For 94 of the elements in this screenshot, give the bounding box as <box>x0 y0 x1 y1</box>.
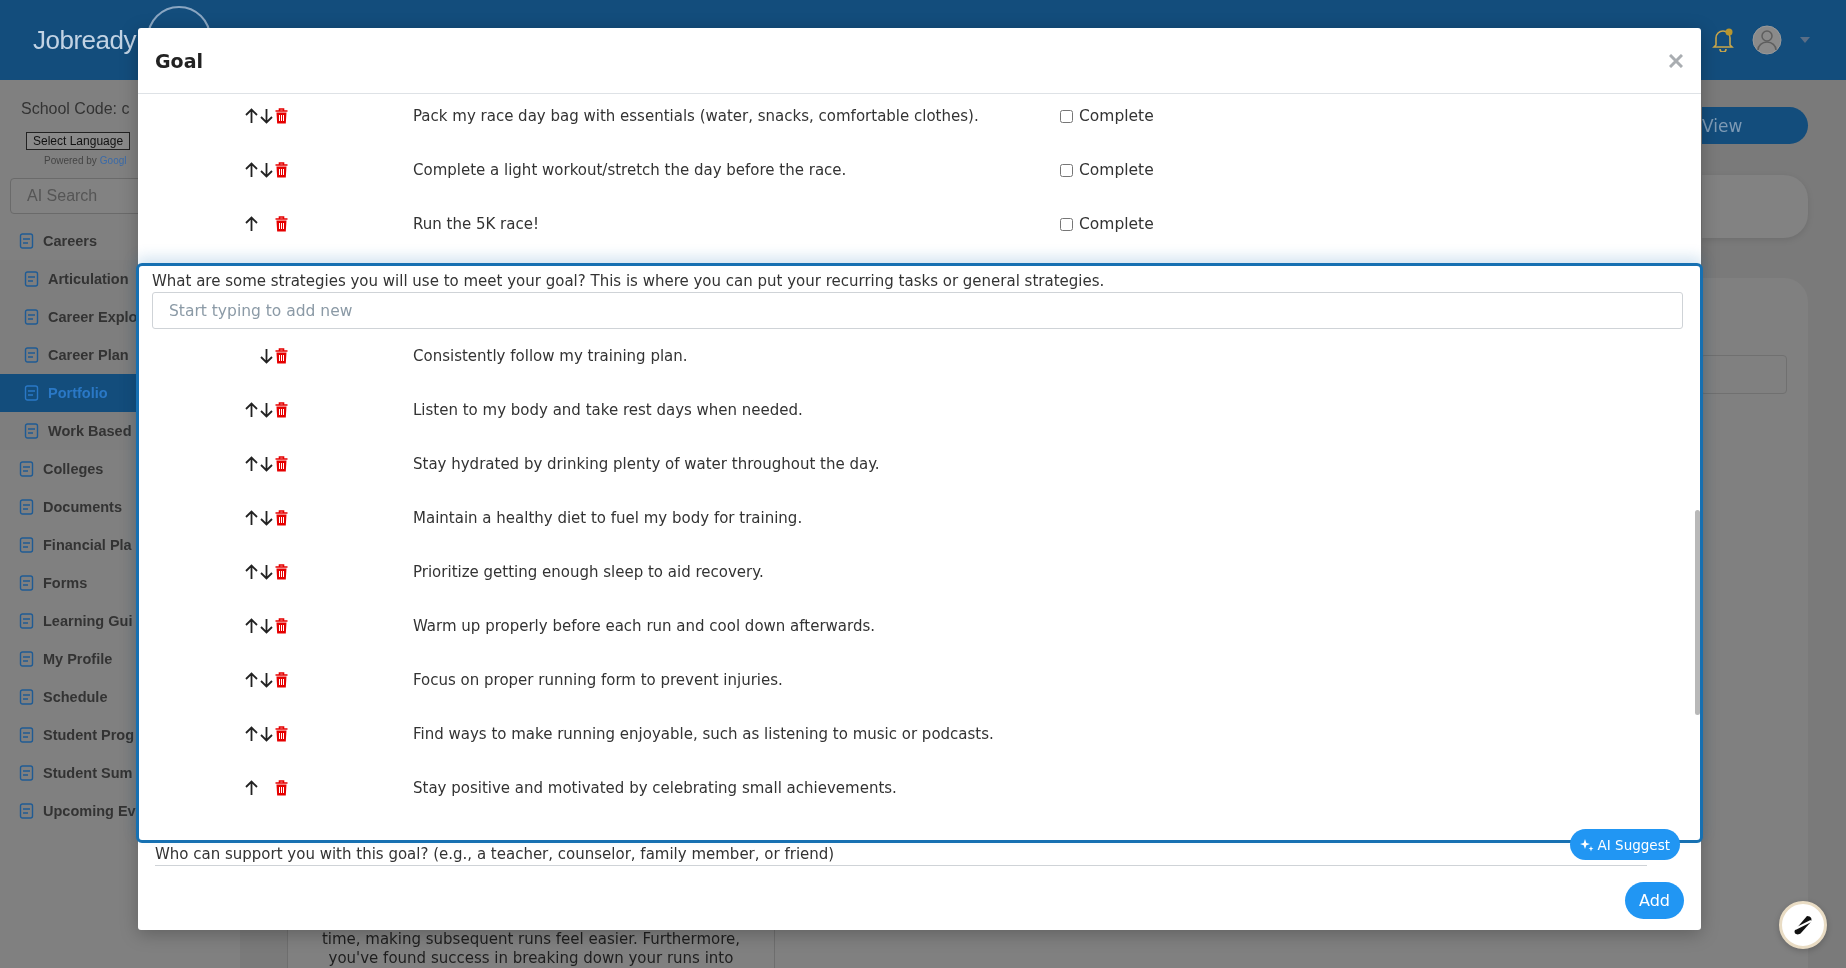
document-icon <box>19 613 34 629</box>
complete-label: Complete <box>1079 107 1154 125</box>
arrow-down-icon[interactable] <box>260 162 273 178</box>
arrow-down-icon[interactable] <box>260 108 273 124</box>
document-icon <box>19 765 34 781</box>
document-icon <box>24 347 39 363</box>
arrow-down-icon[interactable] <box>260 564 273 580</box>
bell-icon[interactable] <box>1712 28 1734 52</box>
document-icon <box>19 499 34 515</box>
trash-icon[interactable] <box>275 402 288 418</box>
arrow-up-icon[interactable] <box>245 162 258 178</box>
trash-icon[interactable] <box>275 108 288 124</box>
sidebar-item[interactable]: Schedule <box>0 678 240 716</box>
document-icon <box>24 309 39 325</box>
document-icon <box>19 651 34 667</box>
trash-icon[interactable] <box>275 456 288 472</box>
document-icon <box>19 727 34 743</box>
sidebar-item[interactable]: Student Sum <box>0 754 240 792</box>
document-icon <box>24 385 39 401</box>
school-code-text: School Code: c <box>21 100 131 118</box>
arrow-up-icon[interactable] <box>245 564 258 580</box>
story-text: time, making subsequent runs feel easier. Furthermore, <box>321 930 741 949</box>
arrow-up-icon[interactable] <box>245 726 258 742</box>
sidebar-item[interactable]: Student Prog <box>0 716 240 754</box>
strategy-text: Stay hydrated by drinking plenty of water throughout the day. <box>413 455 881 473</box>
sidebar-item[interactable]: Forms <box>0 564 240 602</box>
task-text: Run the 5K race! <box>413 215 540 233</box>
sidebar-item[interactable]: Careers <box>0 222 240 260</box>
add-button[interactable]: Add <box>1625 882 1684 919</box>
strategy-text: Stay positive and motivated by celebrating small achievements. <box>413 779 898 797</box>
trash-icon[interactable] <box>275 780 288 796</box>
language-select[interactable]: Select Language <box>26 132 131 150</box>
avatar-icon[interactable] <box>1752 25 1782 55</box>
arrow-down-icon[interactable] <box>260 672 273 688</box>
trash-icon[interactable] <box>275 162 288 178</box>
scrollbar-thumb[interactable] <box>1695 510 1700 715</box>
document-icon <box>24 271 39 287</box>
sidebar-item[interactable]: Colleges <box>0 450 240 488</box>
sidebar-item[interactable]: Financial Pla <box>0 526 240 564</box>
trash-icon[interactable] <box>275 510 288 526</box>
arrow-up-icon[interactable] <box>245 402 258 418</box>
floating-action-button[interactable] <box>1779 901 1827 949</box>
strategy-text: Find ways to make running enjoyable, such as listening to music or podcasts. <box>413 725 995 743</box>
arrow-up-icon[interactable] <box>245 456 258 472</box>
sidebar-item[interactable]: Upcoming Ev <box>0 792 240 830</box>
complete-checkbox[interactable] <box>1060 109 1073 123</box>
strategy-text: Focus on proper running form to prevent injuries. <box>413 671 784 689</box>
arrow-up-icon[interactable] <box>245 108 258 124</box>
story-text: you've found success in breaking down your runs into <box>328 949 734 968</box>
ai-suggest-button[interactable]: AI Suggest <box>1569 829 1680 860</box>
arrow-up-icon[interactable] <box>245 780 258 796</box>
document-icon <box>19 537 34 553</box>
strategy-text: Listen to my body and take rest days when needed. <box>413 401 804 419</box>
arrow-up-icon[interactable] <box>245 216 258 232</box>
complete-checkbox[interactable] <box>1060 163 1073 177</box>
powered-by-text: Powered by <box>44 155 97 166</box>
task-text: Complete a light workout/stretch the day before the race. <box>413 161 848 179</box>
trash-icon[interactable] <box>275 726 288 742</box>
strategy-text: Warm up properly before each run and cool down afterwards. <box>413 617 877 635</box>
slash-icon <box>1792 914 1814 936</box>
logo-text: Jobready <box>33 24 136 56</box>
arrow-up-icon[interactable] <box>245 510 258 526</box>
arrow-up-icon[interactable] <box>245 618 258 634</box>
sidebar-item[interactable]: My Profile <box>0 640 240 678</box>
sidebar-item[interactable]: Learning Gui <box>0 602 240 640</box>
arrow-down-icon[interactable] <box>260 348 273 364</box>
arrow-down-icon[interactable] <box>260 456 273 472</box>
trash-icon[interactable] <box>275 216 288 232</box>
document-icon <box>19 233 34 249</box>
complete-label: Complete <box>1079 215 1154 233</box>
arrow-down-icon[interactable] <box>260 726 273 742</box>
strategy-text: Maintain a healthy diet to fuel my body for training. <box>413 509 804 527</box>
complete-label: Complete <box>1079 161 1154 179</box>
document-icon <box>19 803 34 819</box>
trash-icon[interactable] <box>275 564 288 580</box>
document-icon <box>19 575 34 591</box>
sidebar-item[interactable]: Documents <box>0 488 240 526</box>
brand-text: Googl <box>99 155 127 166</box>
strategy-text: Prioritize getting enough sleep to aid recovery. <box>413 563 765 581</box>
view-button[interactable]: View <box>1702 107 1808 144</box>
arrow-up-icon[interactable] <box>245 672 258 688</box>
trash-icon[interactable] <box>275 672 288 688</box>
complete-checkbox[interactable] <box>1060 217 1073 231</box>
trash-icon[interactable] <box>275 348 288 364</box>
trash-icon[interactable] <box>275 618 288 634</box>
document-icon <box>19 461 34 477</box>
strategy-text: Consistently follow my training plan. <box>413 347 689 365</box>
document-icon <box>24 423 39 439</box>
arrow-down-icon[interactable] <box>260 510 273 526</box>
task-text: Pack my race day bag with essentials (water, snacks, comfortable clothes). <box>413 107 980 125</box>
dialog-title: Goal <box>155 49 203 72</box>
arrow-down-icon[interactable] <box>260 618 273 634</box>
document-icon <box>19 689 34 705</box>
arrow-down-icon[interactable] <box>260 402 273 418</box>
